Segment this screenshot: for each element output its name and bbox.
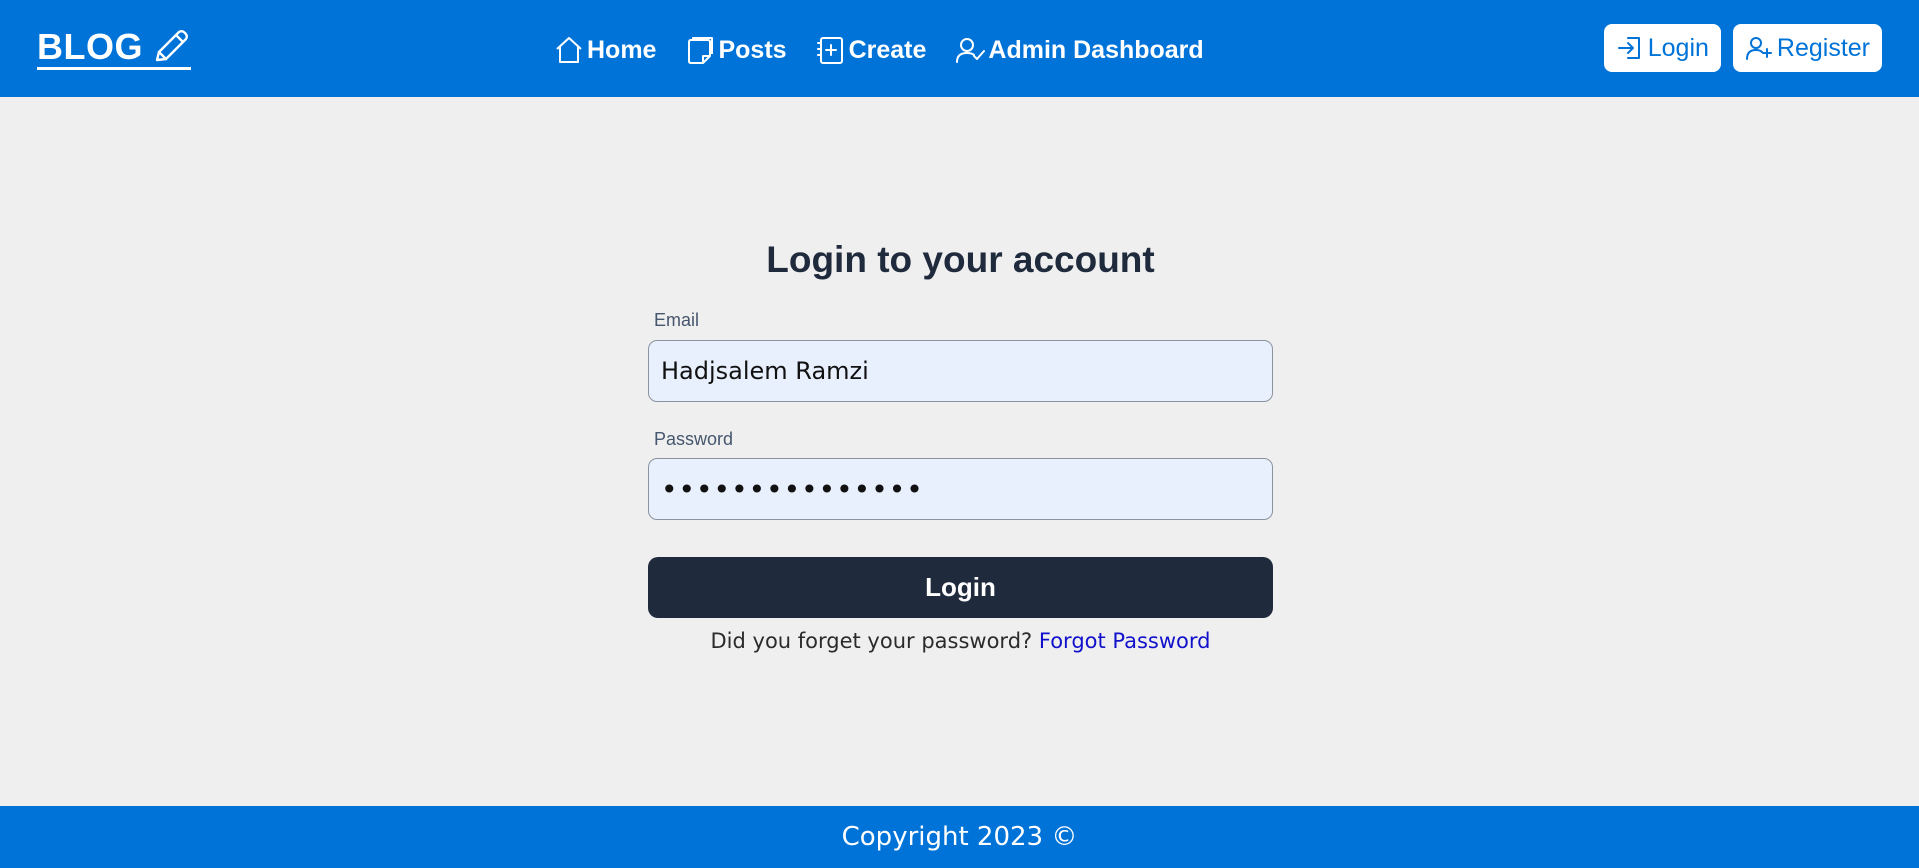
nav-links: Home Posts Create Admin Dashboard bbox=[553, 30, 1232, 70]
password-field[interactable]: ••••••••••••••• bbox=[648, 458, 1273, 520]
add-user-icon bbox=[1745, 37, 1772, 60]
copyright-text: Copyright 2023 © bbox=[841, 822, 1078, 852]
email-label: Email bbox=[654, 310, 700, 330]
forgot-password-text: Did you forget your password? bbox=[710, 629, 1033, 653]
navbar: BLOG Home Posts Create Admin Dashboard L… bbox=[0, 0, 1919, 97]
nav-login-button[interactable]: Login bbox=[1603, 24, 1721, 72]
nav-admin-dashboard[interactable]: Admin Dashboard bbox=[954, 34, 1204, 66]
home-icon bbox=[556, 37, 582, 63]
nav-home-label: Home bbox=[587, 35, 657, 64]
auth-buttons: Login Register bbox=[1592, 24, 1882, 72]
nav-login-label: Login bbox=[1647, 33, 1709, 62]
nav-register-button[interactable]: Register bbox=[1732, 24, 1882, 72]
admin-icon bbox=[956, 38, 986, 63]
nav-create-label: Create bbox=[848, 35, 927, 64]
login-form: Login to your account Email Password •••… bbox=[648, 232, 1273, 653]
page-title: Login to your account bbox=[766, 239, 1155, 280]
login-icon bbox=[1617, 37, 1640, 59]
nav-home[interactable]: Home bbox=[553, 34, 656, 66]
nav-posts-label: Posts bbox=[718, 35, 787, 64]
password-label: Password bbox=[654, 429, 734, 449]
forgot-password-row: Did you forget your password? Forgot Pas… bbox=[648, 629, 1273, 653]
brand-logo[interactable]: BLOG bbox=[37, 26, 191, 70]
posts-icon bbox=[688, 37, 714, 64]
forgot-password-link[interactable]: Forgot Password bbox=[1039, 629, 1211, 653]
nav-posts[interactable]: Posts bbox=[684, 34, 787, 66]
login-submit-button[interactable]: Login bbox=[648, 557, 1273, 618]
nav-create[interactable]: Create bbox=[815, 34, 927, 66]
nav-admin-dashboard-label: Admin Dashboard bbox=[988, 35, 1204, 64]
email-field[interactable] bbox=[648, 340, 1273, 402]
nav-register-label: Register bbox=[1776, 33, 1870, 62]
brand-text: BLOG bbox=[37, 25, 143, 67]
footer: Copyright 2023 © bbox=[0, 806, 1919, 868]
create-icon bbox=[816, 37, 843, 64]
pencil-icon bbox=[155, 29, 188, 61]
